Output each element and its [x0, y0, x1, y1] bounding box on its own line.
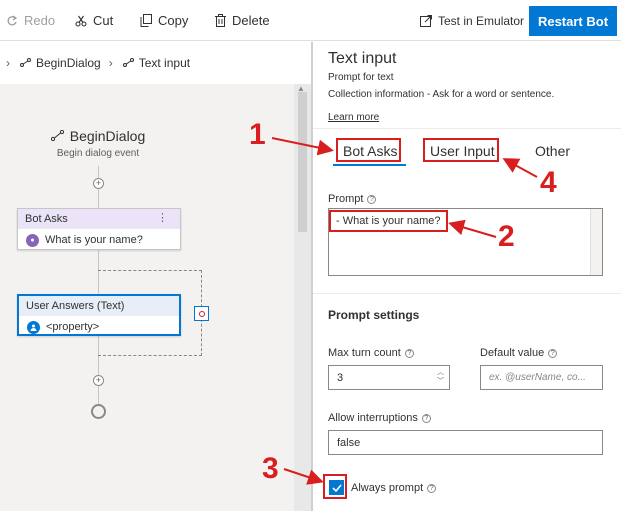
annotation-number: 1: [249, 118, 266, 151]
annotation-number: 3: [262, 452, 279, 485]
annotation-box: [336, 138, 401, 162]
annotation-box: [423, 138, 499, 162]
annotation-box: [323, 474, 347, 499]
annotation-arrows: [271, 137, 538, 485]
annotation-number: 4: [540, 166, 557, 199]
annotation-number: 2: [498, 220, 515, 253]
annotation-box: [329, 210, 448, 232]
